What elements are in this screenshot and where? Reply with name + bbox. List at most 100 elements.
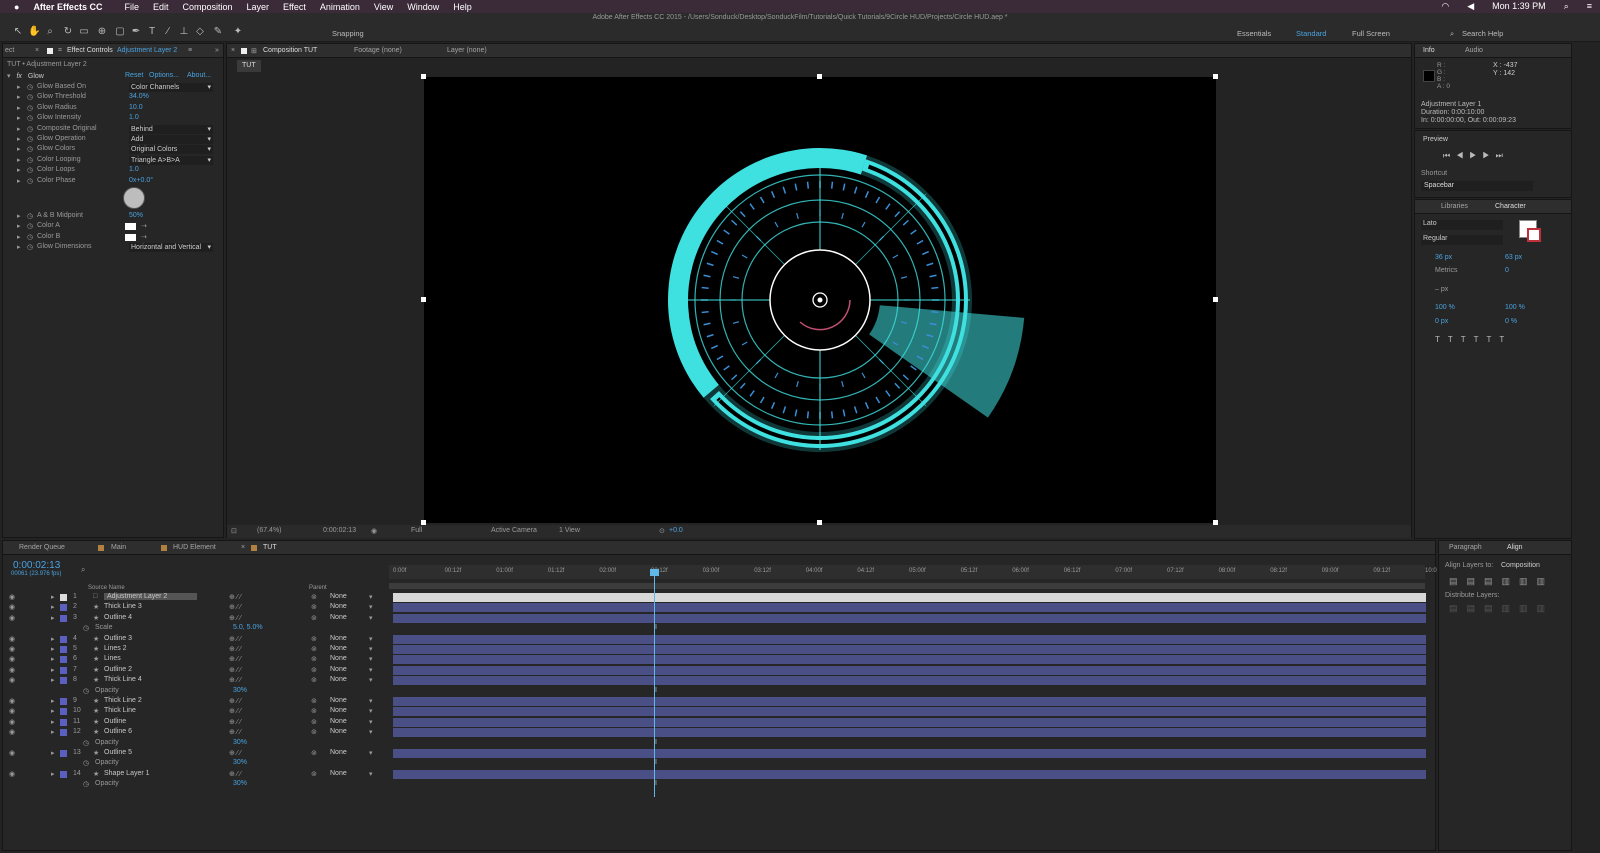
keyframe-marker[interactable]: I: [655, 780, 657, 787]
label-color-icon[interactable]: [60, 698, 67, 705]
layer-switches[interactable]: ⊕ ⁄ ⁄: [229, 635, 241, 643]
source-name-header[interactable]: Source Name: [88, 585, 125, 591]
parent-select[interactable]: None: [330, 676, 347, 683]
label-color-icon[interactable]: [60, 614, 67, 622]
visibility-eye-icon[interactable]: ◉: [9, 728, 15, 736]
visibility-eye-icon[interactable]: ◉: [9, 749, 15, 757]
layer-duration-bar[interactable]: [393, 707, 1426, 717]
disclosure-triangle-icon[interactable]: ▸: [51, 593, 55, 601]
menu-help[interactable]: Help: [453, 2, 472, 12]
layer-name[interactable]: Outline 5: [104, 749, 132, 756]
layer-duration-bar[interactable]: [393, 676, 1426, 686]
property-value[interactable]: 30%: [233, 780, 247, 787]
rotate-tool-icon[interactable]: ↻: [62, 26, 74, 38]
resolution-select[interactable]: Full: [411, 527, 422, 534]
volume-icon[interactable]: ◀: [1467, 1, 1474, 12]
pick-whip-icon[interactable]: ⊚: [311, 645, 317, 653]
camera-select[interactable]: Active Camera: [491, 527, 537, 534]
tab-composition[interactable]: Composition TUT: [263, 47, 317, 54]
tab-layer[interactable]: Layer (none): [447, 47, 487, 54]
layer-name[interactable]: Thick Line: [104, 707, 136, 714]
layer-name[interactable]: Outline 2: [104, 666, 132, 673]
layer-row[interactable]: ◉ ▸ 14 ★ Shape Layer 1 ⊕ ⁄ ⁄ ⊚ None ▾: [7, 769, 1427, 780]
stopwatch-icon[interactable]: ◷: [27, 93, 33, 101]
disclosure-triangle-icon[interactable]: ▾: [7, 73, 11, 80]
layer-row[interactable]: ◉ ▸ 3 ★ Outline 4 ⊕ ⁄ ⁄ ⊚ None ▾: [7, 613, 1427, 624]
layer-row[interactable]: ◉ ▸ 10 ★ Thick Line ⊕ ⁄ ⁄ ⊚ None ▾: [7, 707, 1427, 717]
stroke-width-value[interactable]: – px: [1435, 286, 1448, 293]
playhead-handle[interactable]: [650, 569, 659, 576]
exposure-icon[interactable]: ⊙: [659, 527, 665, 535]
stopwatch-icon[interactable]: ◷: [27, 243, 33, 251]
layer-name[interactable]: Scale: [95, 624, 113, 631]
effect-prop-dropdown[interactable]: Color Channels: [129, 83, 213, 92]
pick-whip-icon[interactable]: ⊚: [311, 728, 317, 736]
align-to-select[interactable]: Composition: [1501, 562, 1540, 569]
parent-select[interactable]: None: [330, 614, 347, 621]
visibility-eye-icon[interactable]: ◉: [9, 593, 15, 601]
comp-viewer-canvas[interactable]: [421, 74, 1218, 525]
disclosure-triangle-icon[interactable]: ▸: [51, 718, 55, 726]
disclosure-triangle-icon[interactable]: ▸: [17, 93, 21, 101]
search-help-field[interactable]: Search Help: [1462, 29, 1503, 38]
visibility-eye-icon[interactable]: ◉: [9, 666, 15, 674]
play-icon[interactable]: ▶: [1469, 151, 1482, 160]
layer-row[interactable]: ◉ ▸ 11 ★ Outline ⊕ ⁄ ⁄ ⊚ None ▾: [7, 717, 1427, 728]
pick-whip-icon[interactable]: ⊚: [311, 635, 317, 643]
align-buttons[interactable]: ▤▤▤▥▥▥: [1449, 576, 1554, 587]
chevron-down-icon[interactable]: ▾: [369, 697, 373, 705]
lock-icon[interactable]: [241, 48, 247, 54]
comp-navigator-chip[interactable]: TUT: [237, 60, 261, 72]
rectangle-tool-icon[interactable]: ▢: [114, 26, 126, 38]
pick-whip-icon[interactable]: ⊚: [311, 666, 317, 674]
about-button[interactable]: About...: [187, 72, 211, 79]
font-size-value[interactable]: 36 px: [1435, 254, 1452, 261]
label-color-icon[interactable]: [60, 729, 67, 737]
layer-duration-bar[interactable]: [393, 613, 1426, 623]
chevron-down-icon[interactable]: ▾: [369, 749, 373, 757]
list-icon[interactable]: ≡: [1587, 1, 1592, 12]
pick-whip-icon[interactable]: ⊚: [311, 749, 317, 757]
layer-name[interactable]: Outline: [104, 718, 126, 725]
parent-select[interactable]: None: [330, 645, 347, 652]
label-color-icon[interactable]: [60, 708, 67, 716]
bbox-handle[interactable]: [1213, 74, 1218, 79]
pick-whip-icon[interactable]: ⊚: [311, 676, 317, 684]
parent-select[interactable]: None: [330, 655, 347, 662]
parent-header[interactable]: Parent: [309, 585, 327, 591]
menu-view[interactable]: View: [374, 2, 393, 12]
layer-switches[interactable]: ⊕ ⁄ ⁄: [229, 645, 241, 653]
chevron-down-icon[interactable]: ▾: [369, 635, 373, 643]
disclosure-triangle-icon[interactable]: ▸: [17, 222, 21, 230]
effect-prop-value[interactable]: 10.0: [129, 104, 143, 111]
layer-duration-bar[interactable]: [393, 603, 1426, 613]
disclosure-triangle-icon[interactable]: ▸: [51, 676, 55, 684]
menu-composition[interactable]: Composition: [182, 2, 232, 12]
layer-duration-bar[interactable]: [393, 665, 1426, 675]
stopwatch-icon[interactable]: ◷: [27, 166, 33, 174]
puppet-tool-icon[interactable]: ✦: [232, 26, 244, 38]
visibility-eye-icon[interactable]: ◉: [9, 697, 15, 705]
chevron-down-icon[interactable]: ▾: [369, 593, 373, 601]
disclosure-triangle-icon[interactable]: ▸: [17, 177, 21, 185]
hand-tool-icon[interactable]: ✋: [28, 26, 40, 38]
always-preview-icon[interactable]: ⊡: [231, 527, 237, 535]
parent-select[interactable]: None: [330, 635, 347, 642]
bbox-handle[interactable]: [421, 297, 426, 302]
type-tool-icon[interactable]: T: [146, 26, 158, 38]
layer-duration-bar[interactable]: [393, 749, 1426, 758]
disclosure-triangle-icon[interactable]: ▸: [17, 104, 21, 112]
bbox-handle[interactable]: [817, 74, 822, 79]
chevron-down-icon[interactable]: ▾: [369, 666, 373, 674]
close-icon[interactable]: ×: [35, 47, 39, 54]
panel-menu-icon[interactable]: ≡: [188, 47, 192, 54]
eyedropper-icon[interactable]: ⇢: [141, 222, 147, 230]
keyframe-marker[interactable]: I: [655, 739, 657, 746]
menu-edit[interactable]: Edit: [153, 2, 169, 12]
layer-name[interactable]: Opacity: [95, 687, 119, 694]
layer-name[interactable]: Thick Line 3: [104, 603, 142, 610]
layer-row[interactable]: ◉ ▸ 9 ★ Thick Line 2 ⊕ ⁄ ⁄ ⊚ None ▾: [7, 697, 1427, 707]
color-phase-dial[interactable]: [123, 187, 145, 209]
disclosure-triangle-icon[interactable]: ▸: [51, 728, 55, 736]
label-color-icon[interactable]: [60, 718, 67, 726]
